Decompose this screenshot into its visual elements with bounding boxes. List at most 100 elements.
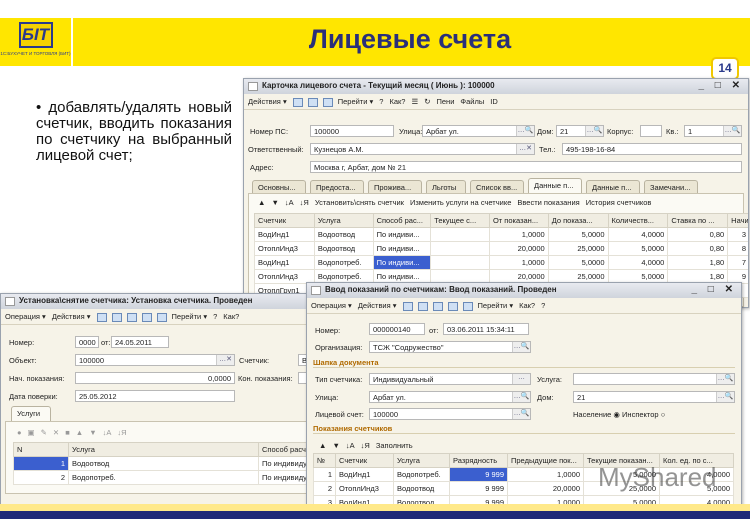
title-bar[interactable]: Установка\снятие счетчика: Установка сче…: [1, 294, 307, 309]
table-cell[interactable]: 1,0000: [488, 255, 549, 270]
date-field[interactable]: 24.05.2011: [111, 336, 169, 348]
table-cell[interactable]: ВодИнд1: [335, 467, 394, 482]
object-field[interactable]: 100000 …✕: [75, 354, 235, 366]
table-cell[interactable]: 1,0000: [507, 467, 584, 482]
table-cell[interactable]: Водоотвод: [313, 227, 374, 242]
column-header[interactable]: Текущее с...: [430, 213, 490, 228]
sort-asc-icon[interactable]: ↓A: [285, 198, 294, 207]
table-cell[interactable]: 1,0000: [488, 227, 549, 242]
account-number-field[interactable]: 100000: [310, 125, 394, 137]
apartment-field[interactable]: 1 …🔍: [684, 125, 742, 137]
post-icon[interactable]: [141, 312, 152, 322]
tab-4[interactable]: Льготы: [426, 180, 466, 193]
save-icon[interactable]: [402, 301, 413, 311]
window-controls[interactable]: _ □ ✕: [691, 284, 737, 295]
down-icon[interactable]: ▼: [89, 428, 96, 437]
table-cell[interactable]: 20,0000: [507, 481, 584, 496]
how-button[interactable]: Как?: [389, 97, 405, 106]
refresh-icon[interactable]: ↻: [424, 97, 430, 106]
delete-icon[interactable]: ✕: [53, 428, 59, 437]
down-icon[interactable]: ▼: [271, 198, 278, 207]
operation-menu[interactable]: Операция ▾: [311, 301, 352, 310]
table-cell[interactable]: 9 999: [449, 481, 508, 496]
table-cell[interactable]: [430, 227, 490, 242]
table-cell[interactable]: 0,80: [667, 227, 729, 242]
table-cell[interactable]: 8: [727, 241, 748, 256]
column-header[interactable]: N: [13, 442, 69, 457]
house-field[interactable]: 21 …🔍: [573, 391, 735, 403]
copy-icon[interactable]: [322, 97, 333, 107]
table-icon[interactable]: [417, 301, 428, 311]
responsible-field[interactable]: Кузнецов А.М. …✕: [310, 143, 535, 155]
copy-icon[interactable]: ▣: [28, 428, 35, 437]
table-cell[interactable]: 4,0000: [607, 227, 669, 242]
table-cell[interactable]: 2: [313, 481, 336, 496]
column-header[interactable]: Способ рас...: [372, 213, 432, 228]
table-cell[interactable]: По индивиду: [258, 470, 307, 485]
column-header[interactable]: До показа...: [547, 213, 609, 228]
window-controls[interactable]: _ □ ✕: [698, 80, 744, 91]
table-row[interactable]: ВодИнд1 Водопотреб. По индиви... 1,0000 5,00…: [254, 255, 748, 270]
table-cell[interactable]: По индиви...: [372, 227, 432, 242]
tab-services[interactable]: Услуги: [11, 406, 51, 421]
table-icon[interactable]: [307, 97, 318, 107]
table-cell[interactable]: По индиви...: [372, 241, 432, 256]
up-icon[interactable]: ▲: [319, 441, 326, 450]
post-icon[interactable]: [447, 301, 458, 311]
organization-field[interactable]: ТСЖ "Содружество" …🔍: [369, 341, 531, 353]
actions-menu[interactable]: Действия ▾: [248, 97, 287, 106]
unpost-icon[interactable]: [156, 312, 167, 322]
end-edit-icon[interactable]: ■: [65, 428, 70, 437]
tab-8[interactable]: Замечани...: [644, 180, 698, 193]
column-header[interactable]: Количеств...: [607, 213, 669, 228]
tab-2[interactable]: Предоста...: [310, 180, 364, 193]
table-cell[interactable]: Водопотреб.: [68, 470, 259, 485]
column-header[interactable]: Способ расче: [258, 442, 307, 457]
address-field[interactable]: Москва г, Арбат, дом № 21: [310, 161, 742, 173]
tab-3[interactable]: Прожива...: [368, 180, 422, 193]
house-field[interactable]: 21 …🔍: [556, 125, 604, 137]
table-cell[interactable]: 4,0000: [607, 255, 669, 270]
actions-menu[interactable]: Действия ▾: [52, 312, 91, 321]
table-row[interactable]: 1 Водоотвод По индивиду: [13, 456, 307, 471]
table-cell[interactable]: ОтоплИнд3: [335, 481, 394, 496]
table-row[interactable]: ВодИнд1 Водоотвод По индиви... 1,0000 5,0000…: [254, 227, 748, 242]
copy-icon[interactable]: [432, 301, 443, 311]
street-field[interactable]: Арбат ул. …🔍: [369, 391, 531, 403]
table-cell[interactable]: 9 999: [449, 467, 508, 482]
tab-7[interactable]: Данные п...: [586, 180, 640, 193]
fill-button[interactable]: Заполнить: [376, 441, 413, 450]
column-header[interactable]: Разрядность: [449, 453, 508, 468]
help-icon[interactable]: ?: [213, 312, 217, 321]
number-field[interactable]: 0000: [75, 336, 99, 348]
table-cell[interactable]: 25,0000: [547, 241, 609, 256]
table-cell[interactable]: 1: [13, 456, 69, 471]
table-cell[interactable]: 20,0000: [488, 241, 549, 256]
goto-menu[interactable]: Перейти ▾: [478, 301, 514, 310]
table-cell[interactable]: ВодИнд1: [254, 255, 315, 270]
table-cell[interactable]: [430, 255, 490, 270]
table-cell[interactable]: ОтоплИнд3: [254, 241, 315, 256]
title-bar[interactable]: Ввод показаний по счетчикам: Ввод показа…: [307, 283, 741, 298]
tab-5[interactable]: Список вв...: [470, 180, 524, 193]
enter-readings-button[interactable]: Ввести показания: [517, 198, 579, 207]
table-cell[interactable]: 5,0000: [607, 241, 669, 256]
column-header[interactable]: Услуга: [313, 213, 374, 228]
sort-asc-icon[interactable]: ↓A: [346, 441, 355, 450]
phone-field[interactable]: 495-198-16-84: [562, 143, 742, 155]
down-icon[interactable]: ▼: [332, 441, 339, 450]
table-cell[interactable]: По индивиду: [258, 456, 307, 471]
column-header[interactable]: Ставка по ...: [667, 213, 729, 228]
verification-date-field[interactable]: 25.05.2012: [75, 390, 235, 402]
table-cell[interactable]: Водоотвод: [313, 241, 374, 256]
table-cell[interactable]: ВодИнд1: [254, 227, 315, 242]
title-bar[interactable]: Карточка лицевого счета - Текущий месяц …: [244, 79, 748, 94]
goto-menu[interactable]: Перейти ▾: [172, 312, 208, 321]
street-field[interactable]: Арбат ул. …🔍: [422, 125, 535, 137]
column-header[interactable]: Счетчик: [335, 453, 394, 468]
change-services-button[interactable]: Изменить услуги на счетчике: [410, 198, 511, 207]
account-field[interactable]: 100000 …🔍: [369, 408, 531, 420]
table-cell[interactable]: Водоотвод: [68, 456, 259, 471]
start-reading-field[interactable]: 0,0000: [75, 372, 235, 384]
up-icon[interactable]: ▲: [76, 428, 83, 437]
